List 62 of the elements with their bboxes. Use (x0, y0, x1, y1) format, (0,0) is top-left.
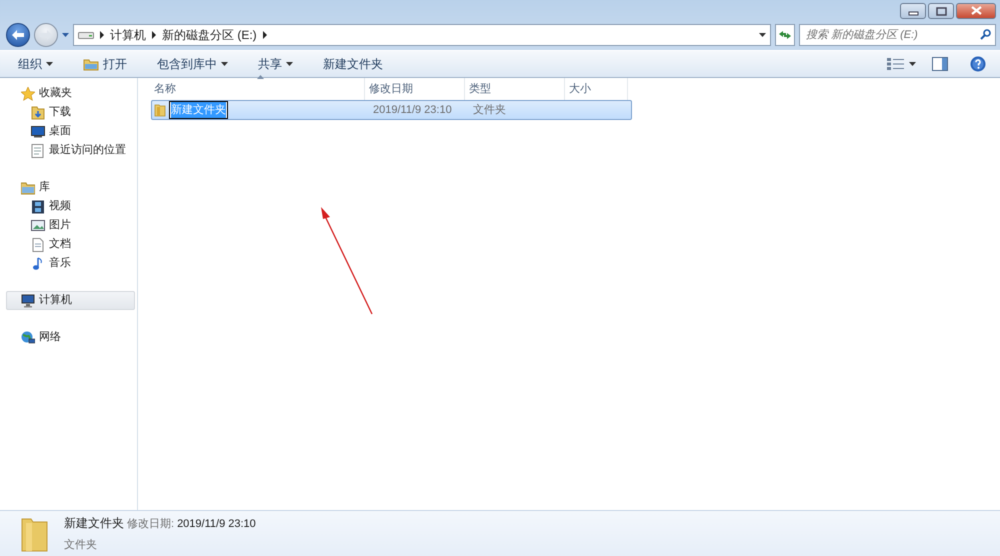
address-bar[interactable]: 计算机 新的磁盘分区 (E:) (73, 24, 771, 46)
recent-places-icon (31, 144, 45, 158)
minimize-button[interactable] (900, 3, 926, 19)
search-field[interactable]: 搜索 新的磁盘分区 (E:) (799, 24, 996, 46)
table-cell-text: 文件夹 (472, 102, 507, 118)
sidebar-item[interactable]: 收藏夹 (6, 84, 135, 103)
toolbar-button[interactable]: 新建文件夹 (315, 53, 391, 75)
sidebar-item[interactable]: 最近访问的位置 (6, 141, 135, 160)
dropdown-caret-icon (909, 62, 916, 66)
field-label: 修改日期: (127, 517, 174, 532)
chevron-icon[interactable] (100, 31, 104, 39)
file-type: 文件夹 (64, 538, 98, 552)
network-globe-icon (21, 330, 35, 344)
sidebar-item[interactable]: 网络 (6, 328, 135, 347)
sidebar-item[interactable]: 下载 (6, 103, 135, 122)
back-button[interactable] (6, 23, 30, 47)
field-value: 2019/11/9 23:10 (177, 517, 256, 532)
download-folder-icon (31, 106, 45, 120)
chevron-icon[interactable] (262, 31, 267, 39)
sidebar-item[interactable]: 图片 (6, 216, 135, 235)
computer-icon (21, 294, 35, 308)
preview-pane-icon[interactable] (932, 57, 948, 71)
refresh-arrows-icon (778, 30, 792, 40)
star-icon (21, 86, 35, 100)
table-cell-text: 2019/11/9 23:10 (372, 102, 453, 118)
dropdown-caret-icon (46, 62, 53, 66)
library-folder-icon (21, 180, 35, 194)
chevron-icon[interactable] (152, 31, 156, 39)
help-icon[interactable] (970, 56, 986, 72)
desktop-icon (31, 124, 45, 138)
toolbar-button[interactable]: 组织 (10, 53, 61, 75)
sidebar-item[interactable]: 音乐 (6, 254, 135, 273)
file-name: 新建文件夹 (64, 515, 124, 532)
close-icon (970, 6, 982, 16)
sidebar-item[interactable]: 桌面 (6, 122, 135, 141)
folder-icon (83, 57, 99, 71)
close-button[interactable] (956, 3, 996, 19)
sidebar-item[interactable]: 文档 (6, 235, 135, 254)
music-note-icon (31, 256, 45, 270)
picture-frame-icon (31, 218, 45, 232)
refresh-button[interactable] (775, 24, 795, 46)
toolbar-button[interactable]: 包含到库中 (149, 53, 236, 75)
maximize-button[interactable] (928, 3, 954, 19)
back-arrow-icon (11, 29, 25, 41)
toolbar-button[interactable]: 打开 (75, 53, 135, 75)
breadcrumb[interactable]: 新的磁盘分区 (E:) (162, 26, 257, 44)
dropdown-caret-icon (221, 62, 228, 66)
document-icon (31, 238, 45, 252)
drive-icon (78, 30, 94, 40)
folder-icon (154, 103, 166, 117)
dropdown-caret-icon[interactable] (759, 33, 766, 37)
maximize-icon (934, 6, 948, 16)
sidebar-item[interactable]: 视频 (6, 197, 135, 216)
dropdown-caret-icon (286, 62, 293, 66)
details-view-icon (887, 58, 905, 70)
toolbar-button[interactable]: 共享 (250, 53, 301, 75)
file-row[interactable]: 新建文件夹 2019/11/9 23:10 文件夹 (151, 100, 632, 120)
sidebar-item[interactable]: 库 (6, 178, 135, 197)
film-icon (31, 200, 45, 214)
breadcrumb[interactable]: 计算机 (110, 26, 146, 44)
sidebar-item[interactable]: 计算机 (6, 291, 135, 310)
search-icon (980, 29, 991, 40)
